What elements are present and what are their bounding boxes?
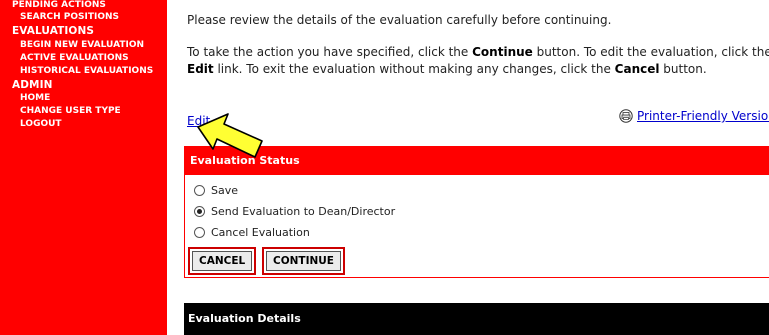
option-send-to-dean[interactable]: Send Evaluation to Dean/Director	[194, 205, 395, 218]
option-cancel-evaluation-label: Cancel Evaluation	[211, 226, 310, 239]
sidebar-section-evaluations: EVALUATIONS	[12, 25, 94, 37]
instructions-text-1: To take the action you have specified, c…	[187, 45, 473, 59]
sidebar-item-logout[interactable]: LOGOUT	[20, 119, 62, 129]
main-content: Please review the details of the evaluat…	[183, 0, 769, 335]
sidebar-item-change-user-type[interactable]: CHANGE USER TYPE	[20, 106, 121, 116]
evaluation-details-header: Evaluation Details	[184, 303, 769, 335]
sidebar-section-admin: ADMIN	[12, 79, 53, 91]
radio-send-to-dean[interactable]	[194, 206, 205, 217]
sidebar-item-home[interactable]: HOME	[20, 93, 50, 103]
sidebar-item-active-evaluations[interactable]: ACTIVE EVALUATIONS	[20, 53, 129, 63]
intro-text: Please review the details of the evaluat…	[187, 13, 612, 27]
radio-save[interactable]	[194, 185, 205, 196]
continue-button-frame: CONTINUE	[262, 247, 345, 275]
arrow-pointer-icon	[197, 113, 263, 158]
sidebar-item-historical-evaluations[interactable]: HISTORICAL EVALUATIONS	[20, 66, 153, 76]
radio-cancel-evaluation[interactable]	[194, 227, 205, 238]
evaluation-status-header: Evaluation Status	[185, 147, 769, 175]
option-send-to-dean-label: Send Evaluation to Dean/Director	[211, 205, 396, 218]
cancel-button[interactable]: CANCEL	[192, 251, 253, 271]
sidebar-item-begin-new-evaluation[interactable]: BEGIN NEW EVALUATION	[20, 40, 144, 50]
option-cancel-evaluation[interactable]: Cancel Evaluation	[194, 226, 310, 239]
printer-friendly-label: Printer-Friendly Version	[637, 109, 769, 123]
instructions-cancel-word: Cancel	[614, 62, 660, 76]
continue-button[interactable]: CONTINUE	[266, 251, 341, 271]
sidebar-item-pending-actions[interactable]: PENDING ACTIONS	[12, 0, 106, 10]
printer-icon	[619, 109, 633, 123]
sidebar-nav: PENDING ACTIONS SEARCH POSITIONS EVALUAT…	[0, 0, 167, 335]
instructions-edit-word: Edit	[187, 62, 214, 76]
printer-friendly-link[interactable]: Printer-Friendly Version	[619, 109, 769, 123]
instructions-text-2: button. To edit the evaluation, click th…	[532, 45, 769, 59]
sidebar-item-search-positions[interactable]: SEARCH POSITIONS	[20, 12, 119, 22]
instructions-text-3: link. To exit the evaluation without mak…	[213, 62, 615, 76]
instructions-text-4: button.	[659, 62, 707, 76]
option-save-label: Save	[211, 184, 239, 197]
cancel-button-frame: CANCEL	[188, 247, 257, 275]
option-save[interactable]: Save	[194, 184, 238, 197]
instructions-paragraph: To take the action you have specified, c…	[187, 44, 769, 78]
evaluation-status-panel: Evaluation Status Save Send Evaluation t…	[184, 146, 769, 278]
instructions-continue-word: Continue	[472, 45, 533, 59]
